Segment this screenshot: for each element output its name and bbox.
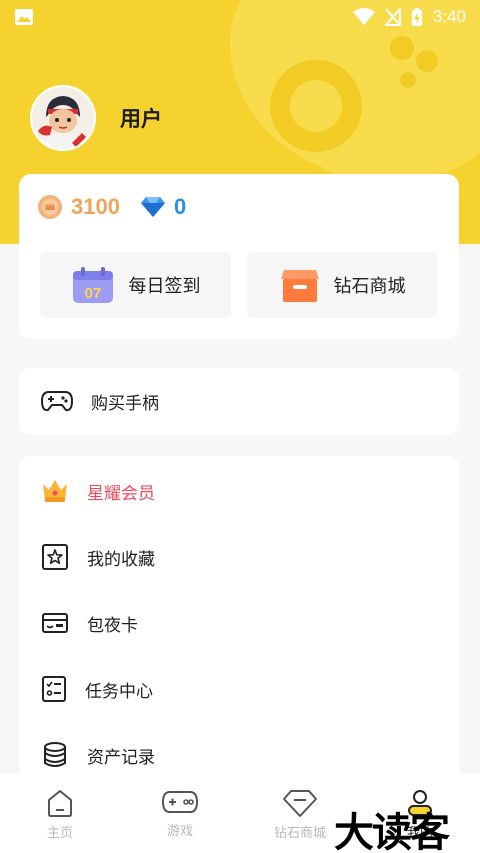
ring-decoration xyxy=(270,60,362,152)
diamond-icon xyxy=(140,197,165,217)
status-bar: 3:40 xyxy=(0,0,480,34)
menu-item-buy-controller[interactable]: 购买手柄 xyxy=(19,368,459,434)
calendar-icon: 07 xyxy=(72,267,113,303)
calendar-day: 07 xyxy=(84,285,101,302)
wallet-card: 3100 0 07 每日签到 钻石商城 xyxy=(19,174,459,339)
nav-home-label: 主页 xyxy=(46,826,73,841)
home-icon xyxy=(48,790,72,817)
buy-controller-card: 购买手柄 xyxy=(19,368,459,435)
nav-diamond-shop-label: 钻石商城 xyxy=(273,826,326,841)
daily-checkin-label: 每日签到 xyxy=(128,276,201,297)
clock: 3:40 xyxy=(432,7,466,26)
username: 用户 xyxy=(120,107,162,131)
diamond-shop-label: 钻石商城 xyxy=(333,276,406,297)
battery-charging-icon xyxy=(411,8,422,26)
daily-checkin-button[interactable]: 07 每日签到 xyxy=(40,252,231,318)
no-signal-icon xyxy=(384,8,401,26)
menu-card: 星耀会员 我的收藏 包夜卡 任务中心 资产记录 xyxy=(19,456,459,786)
gamepad-nav-icon xyxy=(161,791,199,813)
coin-stack-icon xyxy=(44,742,66,767)
menu-item-label: 包夜卡 xyxy=(87,615,138,636)
profile-header[interactable]: 用户 xyxy=(30,85,162,151)
diamond-nav-icon xyxy=(283,790,317,817)
menu-item-favorites[interactable]: 我的收藏 xyxy=(19,524,459,590)
star-favorite-icon xyxy=(42,544,68,570)
balances: 3100 0 xyxy=(37,194,206,220)
diamond-count: 0 xyxy=(173,194,187,219)
image-notification-icon xyxy=(15,9,33,25)
gamepad-icon xyxy=(41,391,73,412)
task-list-icon xyxy=(42,676,66,702)
menu-item-label: 购买手柄 xyxy=(91,393,159,414)
coin-count: 3100 xyxy=(71,194,120,219)
coin-icon xyxy=(38,195,62,219)
avatar[interactable] xyxy=(30,85,96,151)
menu-item-label: 资产记录 xyxy=(87,747,155,768)
menu-item-label: 星耀会员 xyxy=(87,483,155,504)
coin-balance[interactable]: 3100 xyxy=(37,194,120,220)
crown-icon xyxy=(43,480,67,502)
wifi-icon xyxy=(352,8,375,25)
card-icon xyxy=(42,613,68,633)
menu-item-task-center[interactable]: 任务中心 xyxy=(19,656,459,722)
nav-home[interactable]: 主页 xyxy=(0,774,120,853)
avatar-image xyxy=(32,87,94,149)
menu-item-label: 我的收藏 xyxy=(87,549,155,570)
watermark: 大读客 xyxy=(334,809,450,853)
menu-item-vip[interactable]: 星耀会员 xyxy=(19,458,459,524)
menu-item-label: 任务中心 xyxy=(85,681,153,702)
diamond-shop-button[interactable]: 钻石商城 xyxy=(247,252,438,318)
diamond-balance[interactable]: 0 xyxy=(140,194,186,220)
menu-item-night-pass[interactable]: 包夜卡 xyxy=(19,590,459,656)
nav-games[interactable]: 游戏 xyxy=(120,774,240,853)
nav-games-label: 游戏 xyxy=(166,824,193,839)
shop-box-icon xyxy=(280,270,319,302)
